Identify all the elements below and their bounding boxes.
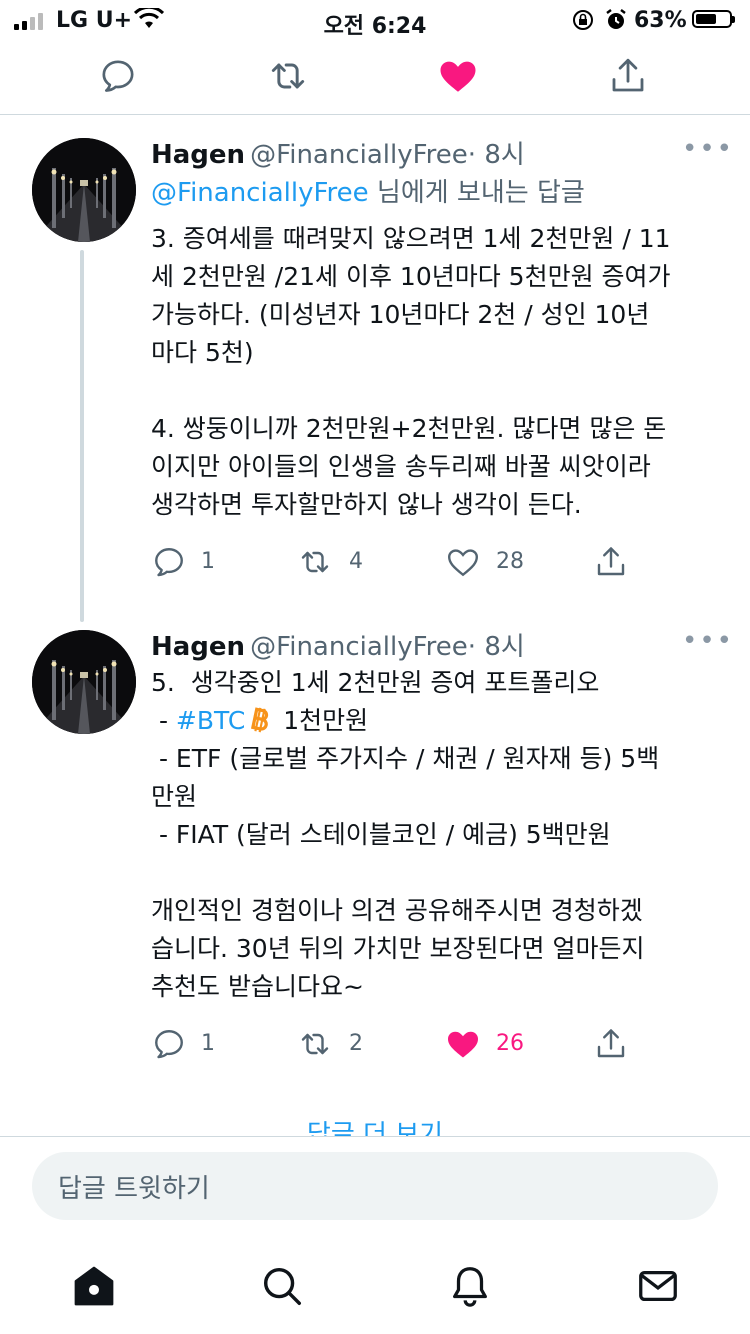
retweet-icon bbox=[301, 551, 329, 573]
like-button[interactable] bbox=[436, 54, 480, 98]
author-name[interactable]: Hagen bbox=[151, 632, 245, 662]
avatar[interactable] bbox=[32, 630, 136, 734]
tab-messages[interactable] bbox=[634, 1262, 682, 1310]
like-count: 28 bbox=[496, 549, 524, 574]
reply-button[interactable] bbox=[151, 1026, 187, 1066]
tweet-text-rest: - ETF (글로벌 주가지수 / 채권 / 원자재 등) 5백 만원 - FI… bbox=[151, 744, 660, 1001]
more-options-icon[interactable]: ••• bbox=[682, 626, 734, 656]
bitcoin-icon bbox=[251, 707, 269, 733]
retweet-button[interactable] bbox=[297, 544, 333, 584]
retweet-count: 4 bbox=[349, 549, 363, 574]
retweet-icon bbox=[271, 63, 305, 89]
retweet-button[interactable] bbox=[266, 54, 310, 98]
like-filled-icon bbox=[440, 61, 476, 92]
divider bbox=[0, 1136, 750, 1137]
battery-icon bbox=[692, 10, 735, 28]
home-icon bbox=[74, 1266, 114, 1306]
share-icon bbox=[597, 547, 625, 576]
reply-icon bbox=[155, 548, 183, 577]
tweet-header: Hagen @FinanciallyFree· 8시 bbox=[151, 134, 525, 171]
share-icon bbox=[597, 1029, 625, 1058]
retweet-icon bbox=[301, 1033, 329, 1055]
reply-input[interactable]: 답글 트윗하기 bbox=[32, 1152, 718, 1220]
like-button[interactable] bbox=[445, 1026, 481, 1066]
reply-to-link[interactable]: @FinanciallyFree bbox=[151, 178, 369, 208]
tweet-text: 5. 생각중인 1세 2천만원 증여 포트폴리오 - #BTC 1천만원 - E… bbox=[151, 664, 721, 1006]
share-button[interactable] bbox=[606, 54, 650, 98]
tweet-text: 3. 증여세를 때려맞지 않으려면 1세 2천만원 / 11 세 2천만원 /2… bbox=[151, 224, 671, 519]
more-options-icon[interactable]: ••• bbox=[682, 134, 734, 164]
reply-icon bbox=[102, 60, 134, 92]
author-name[interactable]: Hagen bbox=[151, 140, 245, 170]
reply-button[interactable] bbox=[151, 544, 187, 584]
author-handle[interactable]: @FinanciallyFree bbox=[250, 140, 468, 170]
tab-home[interactable] bbox=[70, 1262, 118, 1310]
tweet-actions: 1 4 28 bbox=[151, 544, 651, 584]
reply-to-suffix: 님에게 보내는 답글 bbox=[368, 178, 585, 208]
author-handle[interactable]: @FinanciallyFree bbox=[250, 632, 468, 662]
share-button[interactable] bbox=[593, 1026, 629, 1066]
tab-search[interactable] bbox=[258, 1262, 306, 1310]
search-icon bbox=[263, 1267, 301, 1305]
status-bar: LG U+ 오전 6:24 63% bbox=[0, 0, 750, 40]
tweet-actions: 1 2 26 bbox=[151, 1026, 651, 1066]
retweet-button[interactable] bbox=[297, 1026, 333, 1066]
show-more-replies-label: 답글 더 보기 bbox=[306, 1120, 444, 1136]
avatar[interactable] bbox=[32, 138, 136, 242]
like-filled-icon bbox=[448, 1031, 478, 1058]
reply-context: @FinanciallyFree 님에게 보내는 답글 bbox=[151, 172, 585, 209]
reply-icon bbox=[155, 1030, 183, 1059]
share-icon bbox=[612, 58, 644, 92]
focused-tweet-action-bar bbox=[0, 40, 750, 115]
avatar-image bbox=[32, 138, 136, 242]
retweet-count: 2 bbox=[349, 1031, 363, 1056]
tweet-time: · 8시 bbox=[467, 140, 525, 170]
btc-hashtag[interactable]: #BTC bbox=[176, 706, 245, 735]
reply-count: 1 bbox=[201, 1031, 215, 1056]
messages-icon bbox=[639, 1270, 677, 1302]
btc-prefix: - bbox=[151, 706, 176, 735]
alarm-icon bbox=[606, 9, 626, 29]
thread-connector bbox=[80, 250, 84, 622]
tweet-header: Hagen @FinanciallyFree· 8시 bbox=[151, 626, 525, 663]
like-count: 26 bbox=[496, 1031, 524, 1056]
reply-count: 1 bbox=[201, 549, 215, 574]
tweet-time: · 8시 bbox=[467, 632, 525, 662]
tab-notifications[interactable] bbox=[446, 1262, 494, 1310]
notifications-icon bbox=[453, 1267, 487, 1307]
tweet-text-line: 5. 생각중인 1세 2천만원 증여 포트폴리오 bbox=[151, 668, 600, 697]
orientation-lock-icon bbox=[573, 10, 593, 30]
reply-button[interactable] bbox=[96, 54, 140, 98]
show-more-replies-link[interactable]: 답글 더 보기 bbox=[0, 1112, 750, 1136]
btc-amount: 1천만원 bbox=[275, 706, 369, 735]
battery-percent: 63% bbox=[634, 8, 687, 33]
share-button[interactable] bbox=[593, 544, 629, 584]
avatar-image bbox=[32, 630, 136, 734]
like-button[interactable] bbox=[445, 544, 481, 584]
like-icon bbox=[447, 549, 479, 577]
reply-placeholder: 답글 트윗하기 bbox=[58, 1174, 210, 1204]
